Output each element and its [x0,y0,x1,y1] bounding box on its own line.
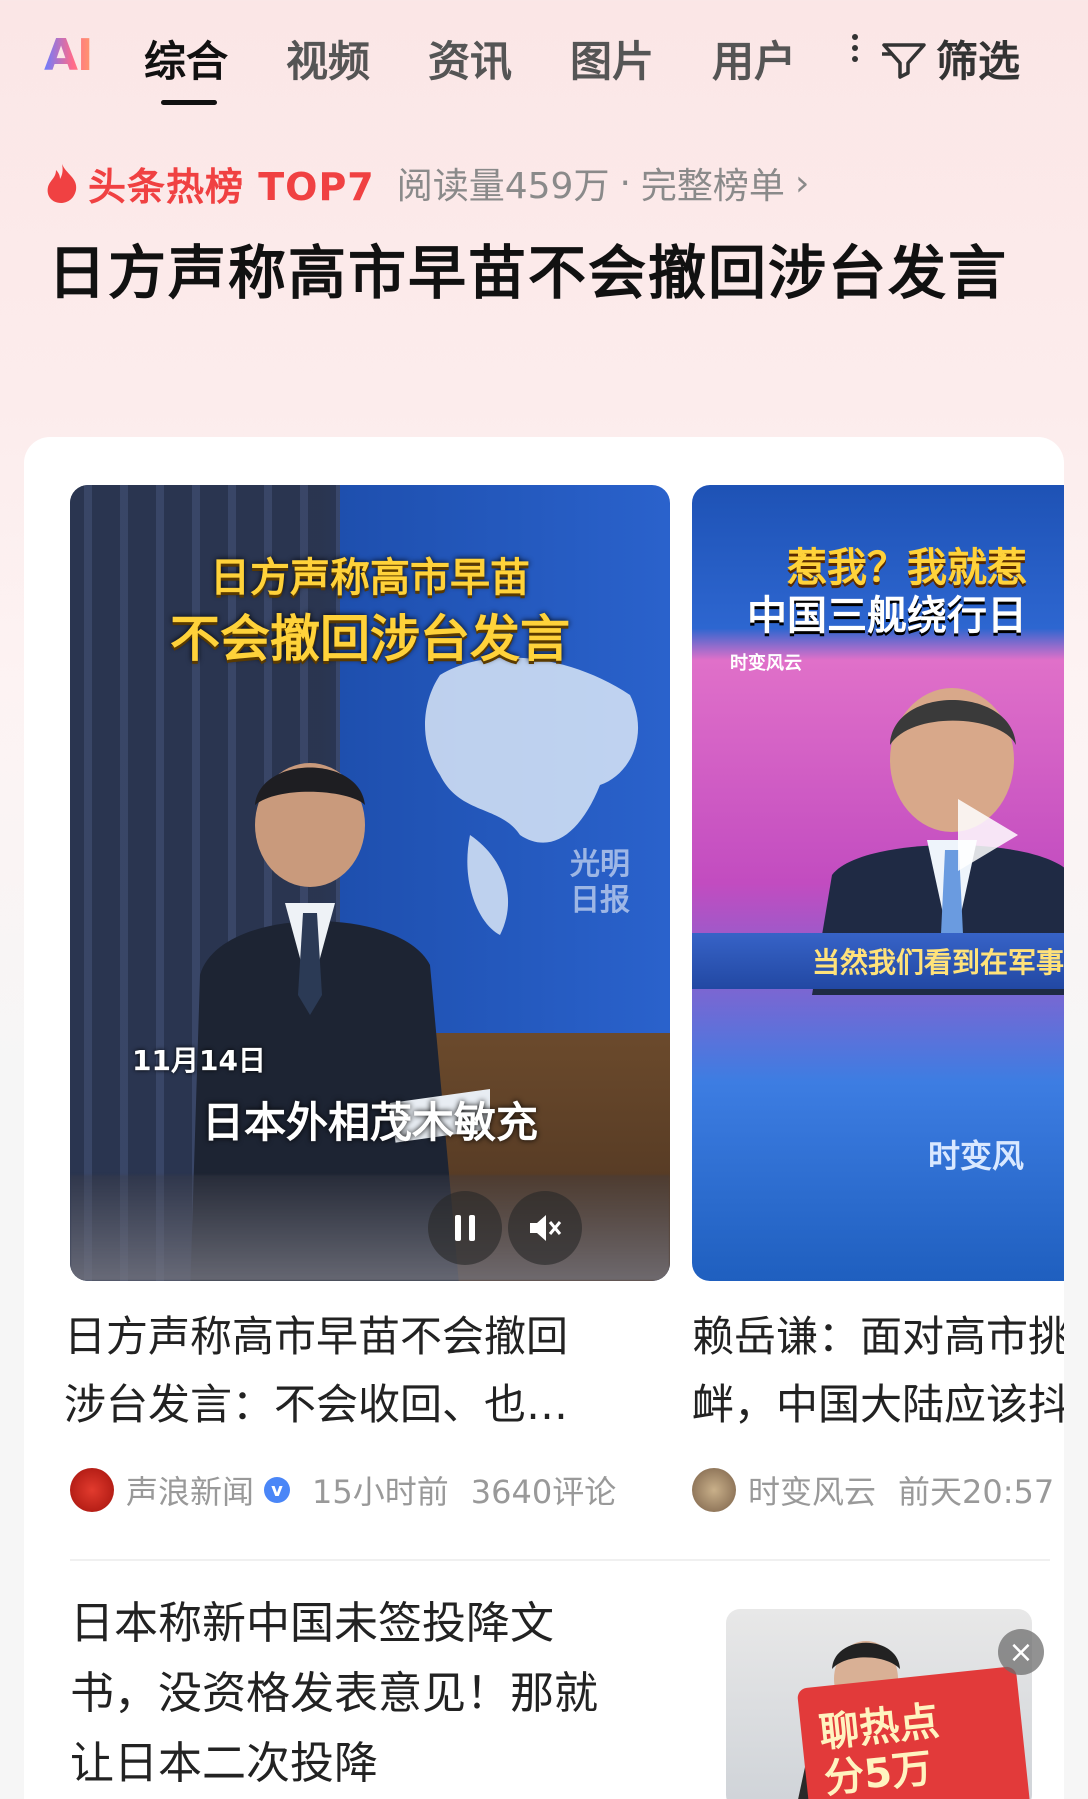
hot-list-banner[interactable]: 头条热榜 TOP7 阅读量459万 · 完整榜单 › [44,157,810,209]
tab-comprehensive[interactable]: 综合 [144,28,228,89]
ai-tab[interactable]: AI [44,30,93,81]
hot-headline[interactable]: 日方声称高市早苗不会撤回涉台发言 [48,228,1008,318]
publish-time: 前天20:57 [898,1473,1055,1511]
video-caption-line2: 不会撤回涉台发言 [170,610,570,668]
video2-source-tag: 时变风云 [730,653,802,674]
meta-separator: · [619,162,631,204]
source-avatar[interactable] [692,1468,736,1512]
comment-count: 3640评论 [470,1473,617,1511]
publish-time: 15小时前 [312,1473,449,1511]
filter-label: 筛选 [936,37,1021,86]
play-icon [958,799,1018,871]
source-name[interactable]: 声浪新闻 [126,1467,254,1513]
video-name-caption: 日本外相茂木敏充 [201,1098,538,1147]
video2-subtitle: 当然我们看到在军事 [812,946,1064,979]
filter-icon [882,42,926,79]
video-player-2[interactable]: 惹我？我就惹 中国三舰绕行日 时变风云 当然我们看到在军事 时变风 [692,485,1064,1281]
flame-icon [47,164,77,203]
video2-title[interactable]: 赖岳谦：面对高市挑衅，中国大陆应该抖 [692,1303,1064,1439]
hot-topic-badge[interactable]: 聊热点 分5万 [796,1665,1032,1799]
mute-button[interactable] [508,1191,582,1265]
muted-speaker-icon [530,1215,562,1241]
read-count: 阅读量459万 [396,166,610,207]
hot-topic-badge-text: 聊热点 分5万 [817,1698,942,1799]
video-caption-line1: 日方声称高市早苗 [210,555,530,601]
video1-meta: 声浪新闻 v 15小时前 3640评论 [70,1467,616,1513]
results-card: 光明 日报 日方声称高市早苗 不会撤回涉台发言 11月14日 日本外相茂木敏充 … [24,437,1064,1799]
verified-badge-icon: v [264,1477,291,1503]
search-tab-bar: AI 综合 视频 资讯 图片 用户 筛选 [0,0,1088,110]
more-tabs-icon[interactable] [852,34,860,74]
news-item-title[interactable]: 日本称新中国未签投降文书，没资格发表意见！那就让日本二次投降 [70,1589,630,1799]
chevron-right-icon: › [794,162,810,204]
source-name[interactable]: 时变风云 [748,1467,876,1513]
tab-images[interactable]: 图片 [570,28,654,89]
video2-meta: 时变风云 前天20:57 [692,1467,1054,1513]
pause-button[interactable] [428,1191,502,1265]
source-avatar[interactable] [70,1468,114,1512]
video2-caption-line2: 中国三舰绕行日 [747,593,1027,639]
tab-users[interactable]: 用户 [712,28,796,89]
full-list-link[interactable]: 完整榜单 [641,157,785,209]
video-player-1[interactable]: 光明 日报 日方声称高市早苗 不会撤回涉台发言 11月14日 日本外相茂木敏充 [70,485,670,1281]
active-tab-indicator [161,100,217,105]
pause-icon [455,1215,475,1241]
tab-video[interactable]: 视频 [286,28,370,89]
watermark-text: 光明 日报 [570,847,630,918]
video-date-caption: 11月14日 [132,1044,266,1077]
tab-news[interactable]: 资讯 [428,28,512,89]
divider [70,1559,1050,1561]
filter-button[interactable]: 筛选 [880,28,1020,89]
close-icon[interactable]: × [998,1629,1044,1675]
video1-title[interactable]: 日方声称高市早苗不会撤回涉台发言：不会收回、也… [64,1303,604,1439]
video2-channel-logo: 时变风 [928,1137,1025,1175]
hot-list-label: 头条热榜 TOP7 [88,164,375,209]
